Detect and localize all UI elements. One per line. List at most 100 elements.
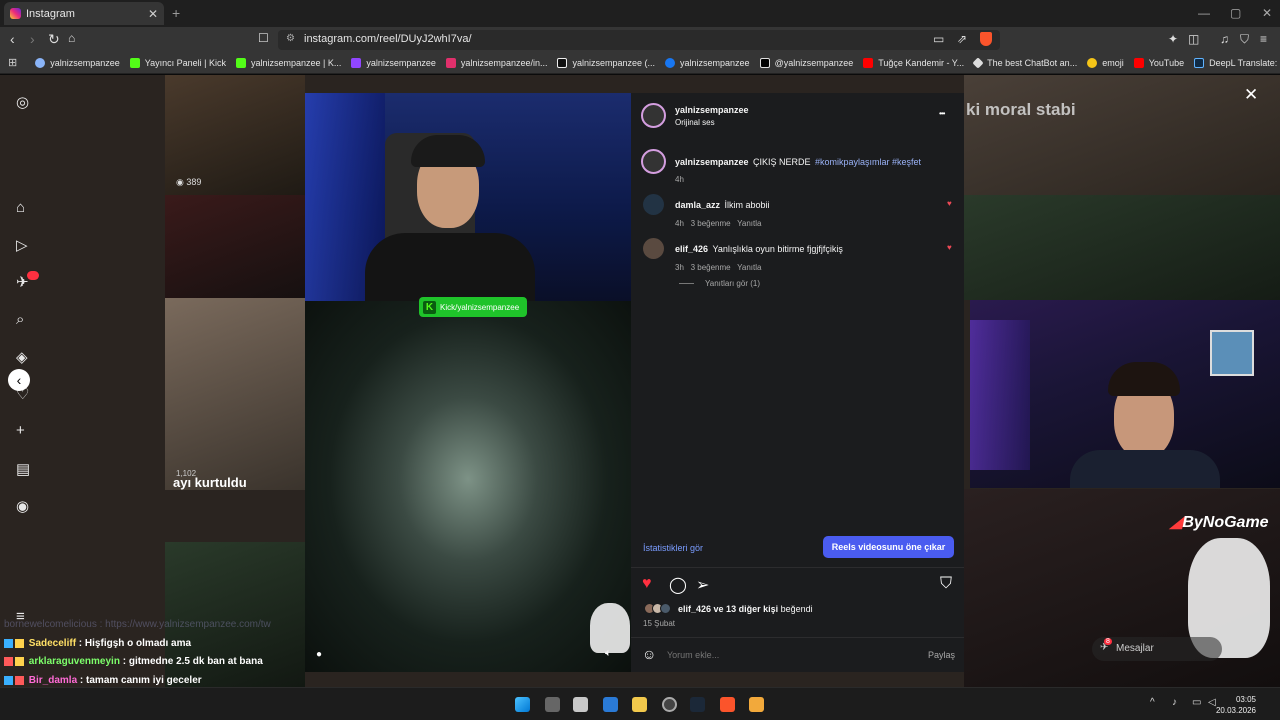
caption-hashtags[interactable]: #komikpaylaşımlar #keşfet <box>815 157 921 167</box>
reply-button[interactable]: Yanıtla <box>737 263 761 272</box>
window-maximize-button[interactable]: ▢ <box>1230 6 1241 20</box>
reply-button[interactable]: Yanıtla <box>737 219 761 228</box>
share-icon[interactable]: ➢ <box>696 575 709 595</box>
comment-avatar[interactable] <box>643 238 664 259</box>
start-menu-icon[interactable] <box>515 697 530 712</box>
tab-close-icon[interactable]: ✕ <box>148 7 158 21</box>
promote-reel-button[interactable]: Reels videosunu öne çıkar <box>823 536 954 558</box>
bynogame-watermark: ◢ByNoGame <box>1170 514 1269 531</box>
liked-by-summary[interactable]: elif_426 ve 13 diğer kişi beğendi <box>678 604 813 614</box>
bookmark-page-icon[interactable]: ☐ <box>258 31 269 45</box>
bookmark-item[interactable]: yalnizsempanzee (... <box>557 57 655 68</box>
liked-by-user[interactable]: elif_426 <box>678 604 711 614</box>
instagram-logo-icon[interactable]: ◎ <box>16 93 29 111</box>
comment-like-heart-icon[interactable]: ♥ <box>947 243 952 252</box>
obs-icon[interactable] <box>662 697 677 712</box>
network-icon[interactable]: ▭ <box>1192 697 1201 708</box>
comment-time: 3h <box>675 263 684 272</box>
reels-icon[interactable]: ▷ <box>16 236 28 254</box>
comment-like-heart-icon[interactable]: ♥ <box>947 199 952 208</box>
comment-icon[interactable]: ◯ <box>669 575 687 595</box>
emoji-icon[interactable]: ☺ <box>642 646 656 662</box>
tray-overflow-icon[interactable]: ^ <box>1150 697 1155 708</box>
forward-icon[interactable]: › <box>30 31 35 47</box>
bookmark-item[interactable]: yalnizsempanzee <box>351 57 436 68</box>
profile-icon[interactable]: ◉ <box>16 497 29 515</box>
site-info-icon[interactable]: ⚙ <box>286 33 295 44</box>
create-icon[interactable]: + <box>16 422 25 439</box>
bookmark-item[interactable]: yalnizsempanzee <box>665 57 750 68</box>
save-bookmark-icon[interactable]: ⛉ <box>940 575 952 593</box>
task-view-icon[interactable] <box>545 697 560 712</box>
search-icon[interactable]: ⌕ <box>16 311 24 328</box>
view-insights-link[interactable]: İstatistikleri gör <box>643 543 703 553</box>
author-avatar[interactable] <box>641 103 666 128</box>
bookmark-item[interactable]: @yalnizsempanzee <box>759 57 853 68</box>
bookmark-item[interactable]: The best ChatBot an... <box>972 56 1077 69</box>
comment-text: İlkim abobii <box>724 200 770 210</box>
brave-browser-icon[interactable] <box>720 697 735 712</box>
view-replies-link[interactable]: Yanıtları gör (1) <box>705 279 760 288</box>
clock-date: 20.03.2026 <box>1215 706 1256 715</box>
bookmark-item[interactable]: yalnizsempanzee | K... <box>235 57 341 68</box>
comment-avatar[interactable] <box>643 194 664 215</box>
sidebar-toggle-icon[interactable]: ◫ <box>1188 32 1199 46</box>
clock-time: 03:05 <box>1235 695 1256 704</box>
bookmark-item[interactable]: emoji <box>1087 57 1124 68</box>
kick-icon: K <box>423 300 436 314</box>
tagged-users-icon[interactable]: ● <box>316 649 322 660</box>
share-page-icon[interactable]: ⇗ <box>957 32 967 46</box>
vpn-shield-icon[interactable]: ⛉ <box>1240 32 1249 47</box>
media-controls-icon[interactable]: ♫ <box>1220 32 1229 46</box>
like-heart-icon[interactable]: ♥ <box>642 575 652 593</box>
reload-icon[interactable]: ↻ <box>48 31 60 48</box>
messages-dock[interactable]: ✈ 8 Mesajlar <box>1092 637 1222 661</box>
dashboard-icon[interactable]: ▤ <box>16 460 30 478</box>
photos-icon[interactable] <box>603 697 618 712</box>
system-clock[interactable]: 03:05 20.03.2026 <box>1216 694 1256 716</box>
home-icon[interactable]: ⌂ <box>68 31 75 45</box>
back-icon[interactable]: ‹ <box>10 31 15 47</box>
home-icon[interactable]: ⌂ <box>16 199 25 216</box>
chat-message: arklaraguvenmeyin : gitmedne 2.5 dk ban … <box>4 656 263 667</box>
close-reel-icon[interactable]: ✕ <box>1244 85 1258 105</box>
comment-likes[interactable]: 3 beğenme <box>691 219 731 228</box>
comment-likes[interactable]: 3 beğenme <box>691 263 731 272</box>
extensions-icon[interactable]: ✦ <box>1168 32 1178 46</box>
window-minimize-button[interactable]: — <box>1198 6 1210 20</box>
caption-username[interactable]: yalnizsempanzee <box>675 157 749 167</box>
volume-icon[interactable]: ◁ <box>1208 697 1216 708</box>
microphone-icon[interactable]: ♪ <box>1172 697 1177 708</box>
new-tab-button[interactable]: + <box>172 5 180 21</box>
bookmark-item[interactable]: yalnizsempanzee <box>35 57 120 68</box>
post-comment-button[interactable]: Paylaş <box>928 650 955 660</box>
more-options-icon[interactable]: ••• <box>939 109 945 118</box>
app-icon[interactable] <box>573 697 588 712</box>
comment-username[interactable]: elif_426 <box>675 244 708 254</box>
reel-video[interactable]: K Kick/yalnizsempanzee ● 🔈︎ <box>305 93 631 672</box>
caption-avatar[interactable] <box>641 149 666 174</box>
media-app-icon[interactable] <box>749 697 764 712</box>
bookmark-item[interactable]: Tuğçe Kandemir - Y... <box>863 57 964 68</box>
apps-grid-icon[interactable]: ⊞ <box>8 56 17 69</box>
file-explorer-icon[interactable] <box>632 697 647 712</box>
bookmark-item[interactable]: DeepL Translate: Dü... <box>1194 57 1280 68</box>
previous-reel-button[interactable]: ‹ <box>8 369 30 391</box>
bookmark-item[interactable]: Yayıncı Paneli | Kick <box>129 57 226 68</box>
author-username[interactable]: yalnizsempanzee <box>675 105 749 115</box>
brave-shield-icon[interactable] <box>980 32 992 46</box>
audio-label[interactable]: Orijinal ses <box>675 118 749 127</box>
tab-instagram[interactable]: Instagram ✕ <box>4 2 164 25</box>
bookmark-item[interactable]: yalnizsempanzee/in... <box>445 57 547 68</box>
comment-username[interactable]: damla_azz <box>675 200 720 210</box>
cast-icon[interactable]: ▭ <box>933 32 944 46</box>
explore-icon[interactable]: ◈ <box>16 348 28 366</box>
menu-icon[interactable]: ≡ <box>1260 32 1267 46</box>
youtube-icon <box>863 57 874 68</box>
bookmark-item[interactable]: YouTube <box>1133 57 1184 68</box>
comment-input[interactable] <box>667 648 907 662</box>
reel-details-panel: yalnizsempanzee Orijinal ses ••• yalnizs… <box>631 93 964 672</box>
steam-icon[interactable] <box>690 697 705 712</box>
window-close-button[interactable]: ✕ <box>1262 6 1272 20</box>
address-bar[interactable]: ⚙ instagram.com/reel/DUyJ2whI7va/ <box>278 30 1000 50</box>
